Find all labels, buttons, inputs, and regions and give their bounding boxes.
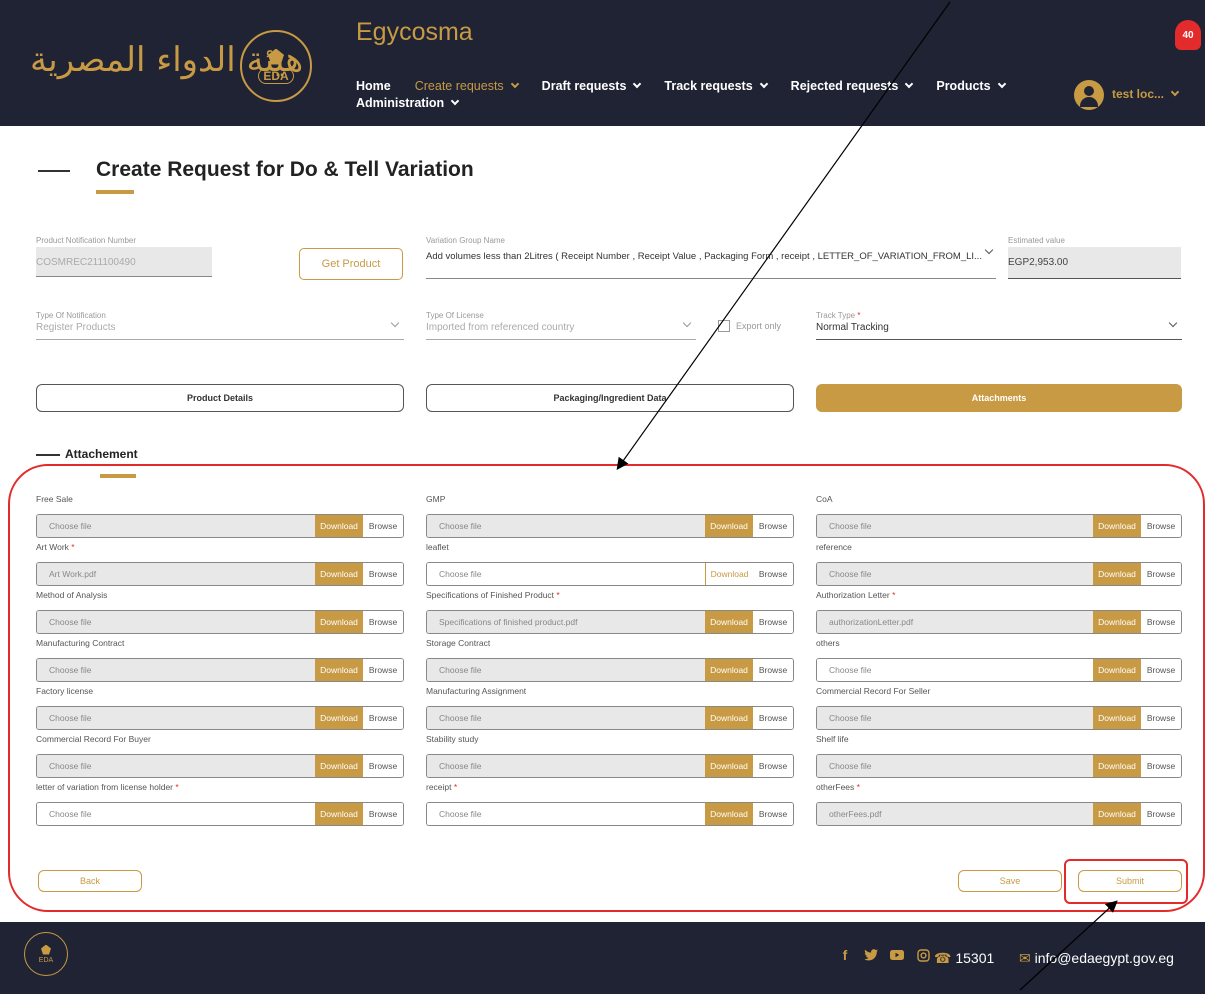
- user-name: test loc...: [1112, 87, 1165, 101]
- chevron-down-icon: [905, 79, 914, 89]
- arabic-authority-name: هيئة الدواء المصرية: [30, 40, 304, 80]
- mail-icon: ✉: [1019, 950, 1031, 966]
- tab-product-details[interactable]: Product Details: [36, 384, 404, 412]
- instagram-icon[interactable]: [916, 948, 930, 962]
- chevron-down-icon: [997, 79, 1006, 89]
- license-type-label: Type Of License: [426, 311, 484, 320]
- eda-logo[interactable]: EDA: [240, 30, 312, 102]
- nav-track-requests[interactable]: Track requests: [664, 78, 768, 95]
- variation-group-select[interactable]: Add volumes less than 2Litres ( Receipt …: [426, 245, 996, 279]
- estimated-value-label: Estimated value: [1008, 236, 1065, 245]
- chevron-down-icon: [633, 79, 642, 89]
- notification-type-select[interactable]: Register Products: [36, 318, 404, 340]
- main-nav: Home Create requests Draft requests Track r…: [356, 78, 1056, 112]
- section-dash: [36, 454, 60, 456]
- dropdown-icon: [1168, 318, 1178, 328]
- title-underline: [96, 190, 134, 194]
- dropdown-icon: [390, 318, 400, 328]
- annotation-highlight-submit: [1064, 859, 1188, 904]
- dropdown-icon: [682, 318, 692, 328]
- social-links: f: [838, 947, 930, 963]
- license-type-select[interactable]: Imported from referenced country: [426, 318, 696, 340]
- nav-create-requests[interactable]: Create requests: [415, 78, 519, 95]
- page-title: Create Request for Do & Tell Variation: [96, 158, 474, 181]
- notification-count: 40: [1182, 29, 1194, 41]
- eagle-icon: [268, 48, 284, 65]
- logo-text: EDA: [258, 67, 294, 84]
- tab-packaging-ingredient-data[interactable]: Packaging/Ingredient Data: [426, 384, 794, 412]
- track-type-select[interactable]: Normal Tracking: [816, 318, 1182, 340]
- track-type-label: Track Type *: [816, 311, 861, 320]
- tab-attachments[interactable]: Attachments: [816, 384, 1182, 412]
- user-menu[interactable]: test loc...: [1112, 87, 1180, 101]
- attachments-section-title: Attachement: [65, 447, 138, 461]
- footer-email[interactable]: ✉ info@edaegypt.gov.eg: [1019, 950, 1174, 967]
- notification-type-label: Type Of Notification: [36, 311, 106, 320]
- dropdown-icon: [984, 245, 994, 255]
- footer-phone[interactable]: ☎ 15301: [934, 950, 994, 967]
- product-number-label: Product Notification Number: [36, 236, 137, 245]
- title-dash: [38, 170, 70, 172]
- chevron-down-icon: [1170, 87, 1180, 97]
- youtube-icon[interactable]: [890, 948, 904, 962]
- chevron-down-icon: [450, 96, 460, 106]
- bell-icon[interactable]: 40: [1175, 20, 1201, 50]
- estimated-value-field: EGP2,953.00: [1008, 247, 1181, 279]
- nav-draft-requests[interactable]: Draft requests: [542, 78, 642, 95]
- chevron-down-icon: [759, 79, 768, 89]
- export-only-label: Export only: [736, 321, 782, 331]
- nav-administration[interactable]: Administration: [356, 95, 460, 112]
- footer-logo: EDA: [24, 932, 68, 976]
- variation-group-label: Variation Group Name: [426, 236, 505, 245]
- nav-rejected-requests[interactable]: Rejected requests: [791, 78, 914, 95]
- phone-icon: ☎: [934, 950, 952, 966]
- nav-products[interactable]: Products: [936, 78, 1006, 95]
- get-product-button[interactable]: Get Product: [299, 248, 403, 280]
- eagle-icon: [41, 944, 51, 955]
- chevron-down-icon: [510, 79, 519, 89]
- annotation-highlight-attachments: [8, 464, 1205, 912]
- twitter-icon[interactable]: [864, 948, 878, 962]
- nav-home[interactable]: Home: [356, 78, 391, 95]
- brand-name[interactable]: Egycosma: [356, 18, 473, 47]
- facebook-icon[interactable]: f: [838, 947, 852, 963]
- user-avatar-icon[interactable]: [1074, 80, 1104, 110]
- product-number-field: COSMREC211100490: [36, 247, 212, 277]
- export-only-checkbox[interactable]: [718, 320, 730, 332]
